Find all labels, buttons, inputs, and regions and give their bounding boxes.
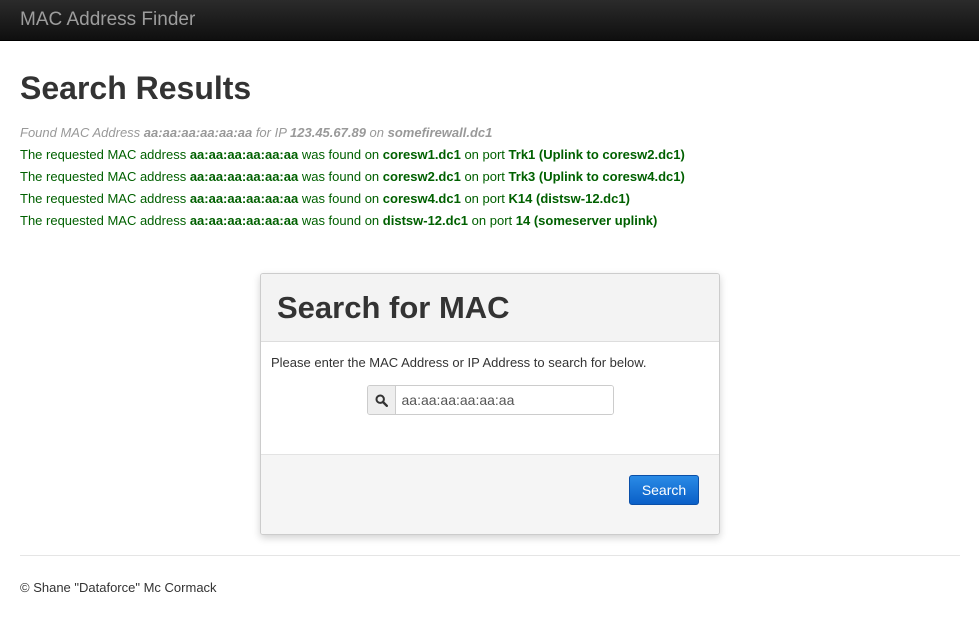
- footer-divider: [20, 555, 960, 556]
- search-panel-title: Search for MAC: [277, 289, 510, 325]
- result-line: The requested MAC address aa:aa:aa:aa:aa…: [20, 169, 685, 184]
- result-switch: coresw1.dc1: [382, 147, 461, 162]
- mac-search-input[interactable]: [395, 386, 613, 414]
- result-line: The requested MAC address aa:aa:aa:aa:aa…: [20, 147, 685, 162]
- result-port: Trk1 (Uplink to coresw2.dc1): [508, 147, 685, 162]
- result-switch: distsw-12.dc1: [382, 213, 469, 228]
- result-mac: aa:aa:aa:aa:aa:aa: [189, 147, 299, 162]
- search-panel-heading: Search for MAC: [261, 274, 719, 342]
- search-input-group: [366, 385, 614, 415]
- summary-device: somefirewall.dc1: [387, 125, 493, 140]
- result-switch: coresw2.dc1: [382, 169, 461, 184]
- search-icon: [367, 386, 396, 414]
- result-port: 14 (someserver uplink): [515, 213, 658, 228]
- main-content: Search Results Found MAC Address aa:aa:a…: [0, 72, 979, 232]
- result-port: Trk3 (Uplink to coresw4.dc1): [508, 169, 685, 184]
- result-line: The requested MAC address aa:aa:aa:aa:aa…: [20, 213, 658, 228]
- page-title: Search Results: [20, 70, 252, 106]
- result-line: The requested MAC address aa:aa:aa:aa:aa…: [20, 191, 630, 206]
- result-summary: Found MAC Address aa:aa:aa:aa:aa:aa for …: [20, 125, 493, 140]
- search-results: Found MAC Address aa:aa:aa:aa:aa:aa for …: [20, 122, 959, 232]
- footer-copyright: © Shane "Dataforce" Mc Cormack: [20, 580, 217, 595]
- result-mac: aa:aa:aa:aa:aa:aa: [189, 191, 299, 206]
- search-panel: Search for MAC Please enter the MAC Addr…: [260, 273, 720, 535]
- search-button[interactable]: Search: [629, 475, 699, 505]
- result-port: K14 (distsw-12.dc1): [508, 191, 630, 206]
- summary-mac: aa:aa:aa:aa:aa:aa: [143, 125, 253, 140]
- result-mac: aa:aa:aa:aa:aa:aa: [189, 213, 299, 228]
- result-mac: aa:aa:aa:aa:aa:aa: [189, 169, 299, 184]
- search-hint: Please enter the MAC Address or IP Addre…: [271, 355, 647, 370]
- top-navbar: MAC Address Finder: [0, 0, 979, 41]
- app-brand[interactable]: MAC Address Finder: [20, 10, 195, 29]
- search-panel-body: Please enter the MAC Address or IP Addre…: [261, 342, 719, 455]
- summary-ip: 123.45.67.89: [290, 125, 366, 140]
- result-switch: coresw4.dc1: [382, 191, 461, 206]
- search-panel-footer: Search: [261, 455, 719, 534]
